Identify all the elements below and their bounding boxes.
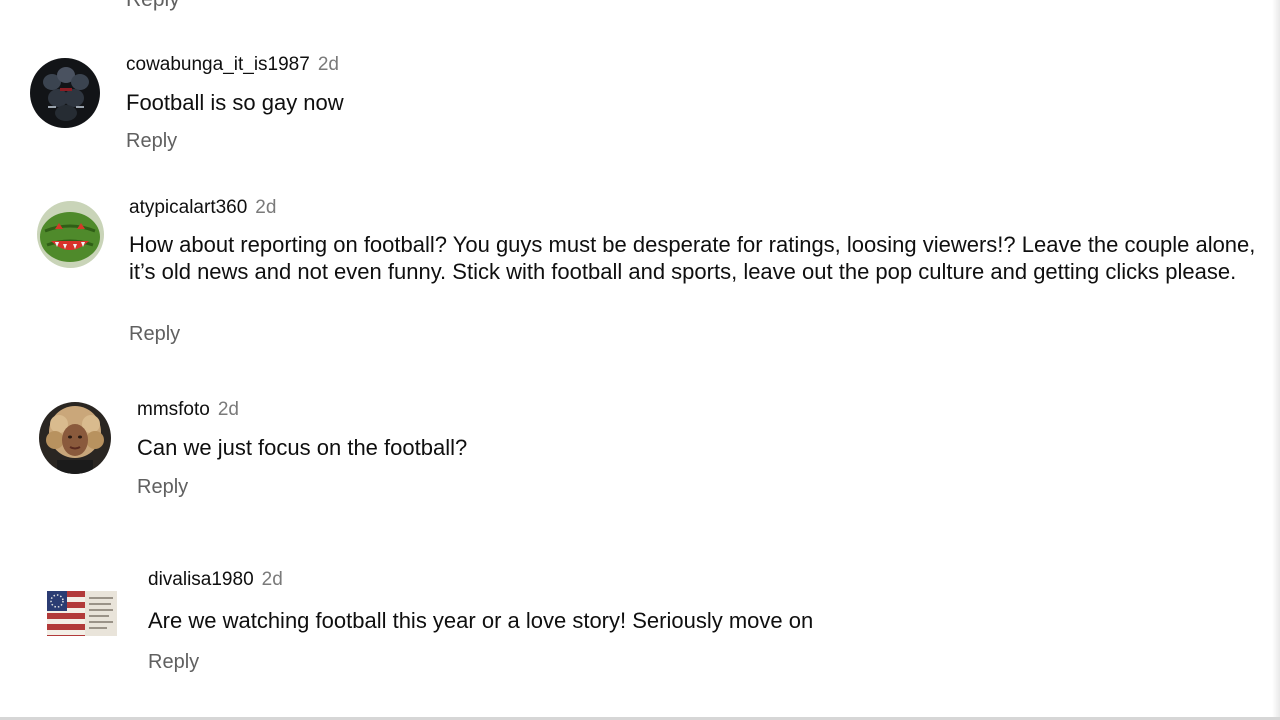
watermelon-avatar-icon [37, 201, 104, 268]
reply-button[interactable]: Reply [129, 323, 180, 346]
helmets-avatar-icon [30, 58, 100, 128]
avatar[interactable] [39, 402, 111, 474]
scrollbar-track[interactable] [1272, 0, 1280, 720]
comment-text: Football is so gay now [126, 90, 344, 115]
previous-reply-button[interactable]: Reply [126, 0, 180, 12]
timestamp[interactable]: 2d [218, 399, 239, 421]
author-name[interactable]: cowabunga_it_is1987 [126, 54, 310, 76]
reply-button[interactable]: Reply [137, 476, 188, 499]
avatar[interactable] [47, 591, 117, 636]
comment-header: divalisa1980 2d [148, 569, 283, 591]
flag-avatar-icon [47, 591, 117, 636]
comment-header: cowabunga_it_is1987 2d [126, 54, 339, 76]
portrait-avatar-icon [39, 402, 111, 474]
comment-text: Are we watching football this year or a … [148, 608, 814, 633]
author-name[interactable]: atypicalart360 [129, 197, 247, 219]
comment-text: How about reporting on football? You guy… [129, 232, 1256, 284]
timestamp[interactable]: 2d [262, 569, 283, 591]
avatar[interactable] [37, 201, 104, 268]
timestamp[interactable]: 2d [318, 54, 339, 76]
comment-text: Can we just focus on the football? [137, 435, 468, 460]
reply-button[interactable]: Reply [126, 130, 177, 153]
comment-header: atypicalart360 2d [129, 197, 276, 219]
comment-header: mmsfoto 2d [137, 399, 239, 421]
reply-button[interactable]: Reply [148, 651, 199, 674]
author-name[interactable]: divalisa1980 [148, 569, 254, 591]
avatar[interactable] [30, 58, 100, 128]
timestamp[interactable]: 2d [255, 197, 276, 219]
author-name[interactable]: mmsfoto [137, 399, 210, 421]
